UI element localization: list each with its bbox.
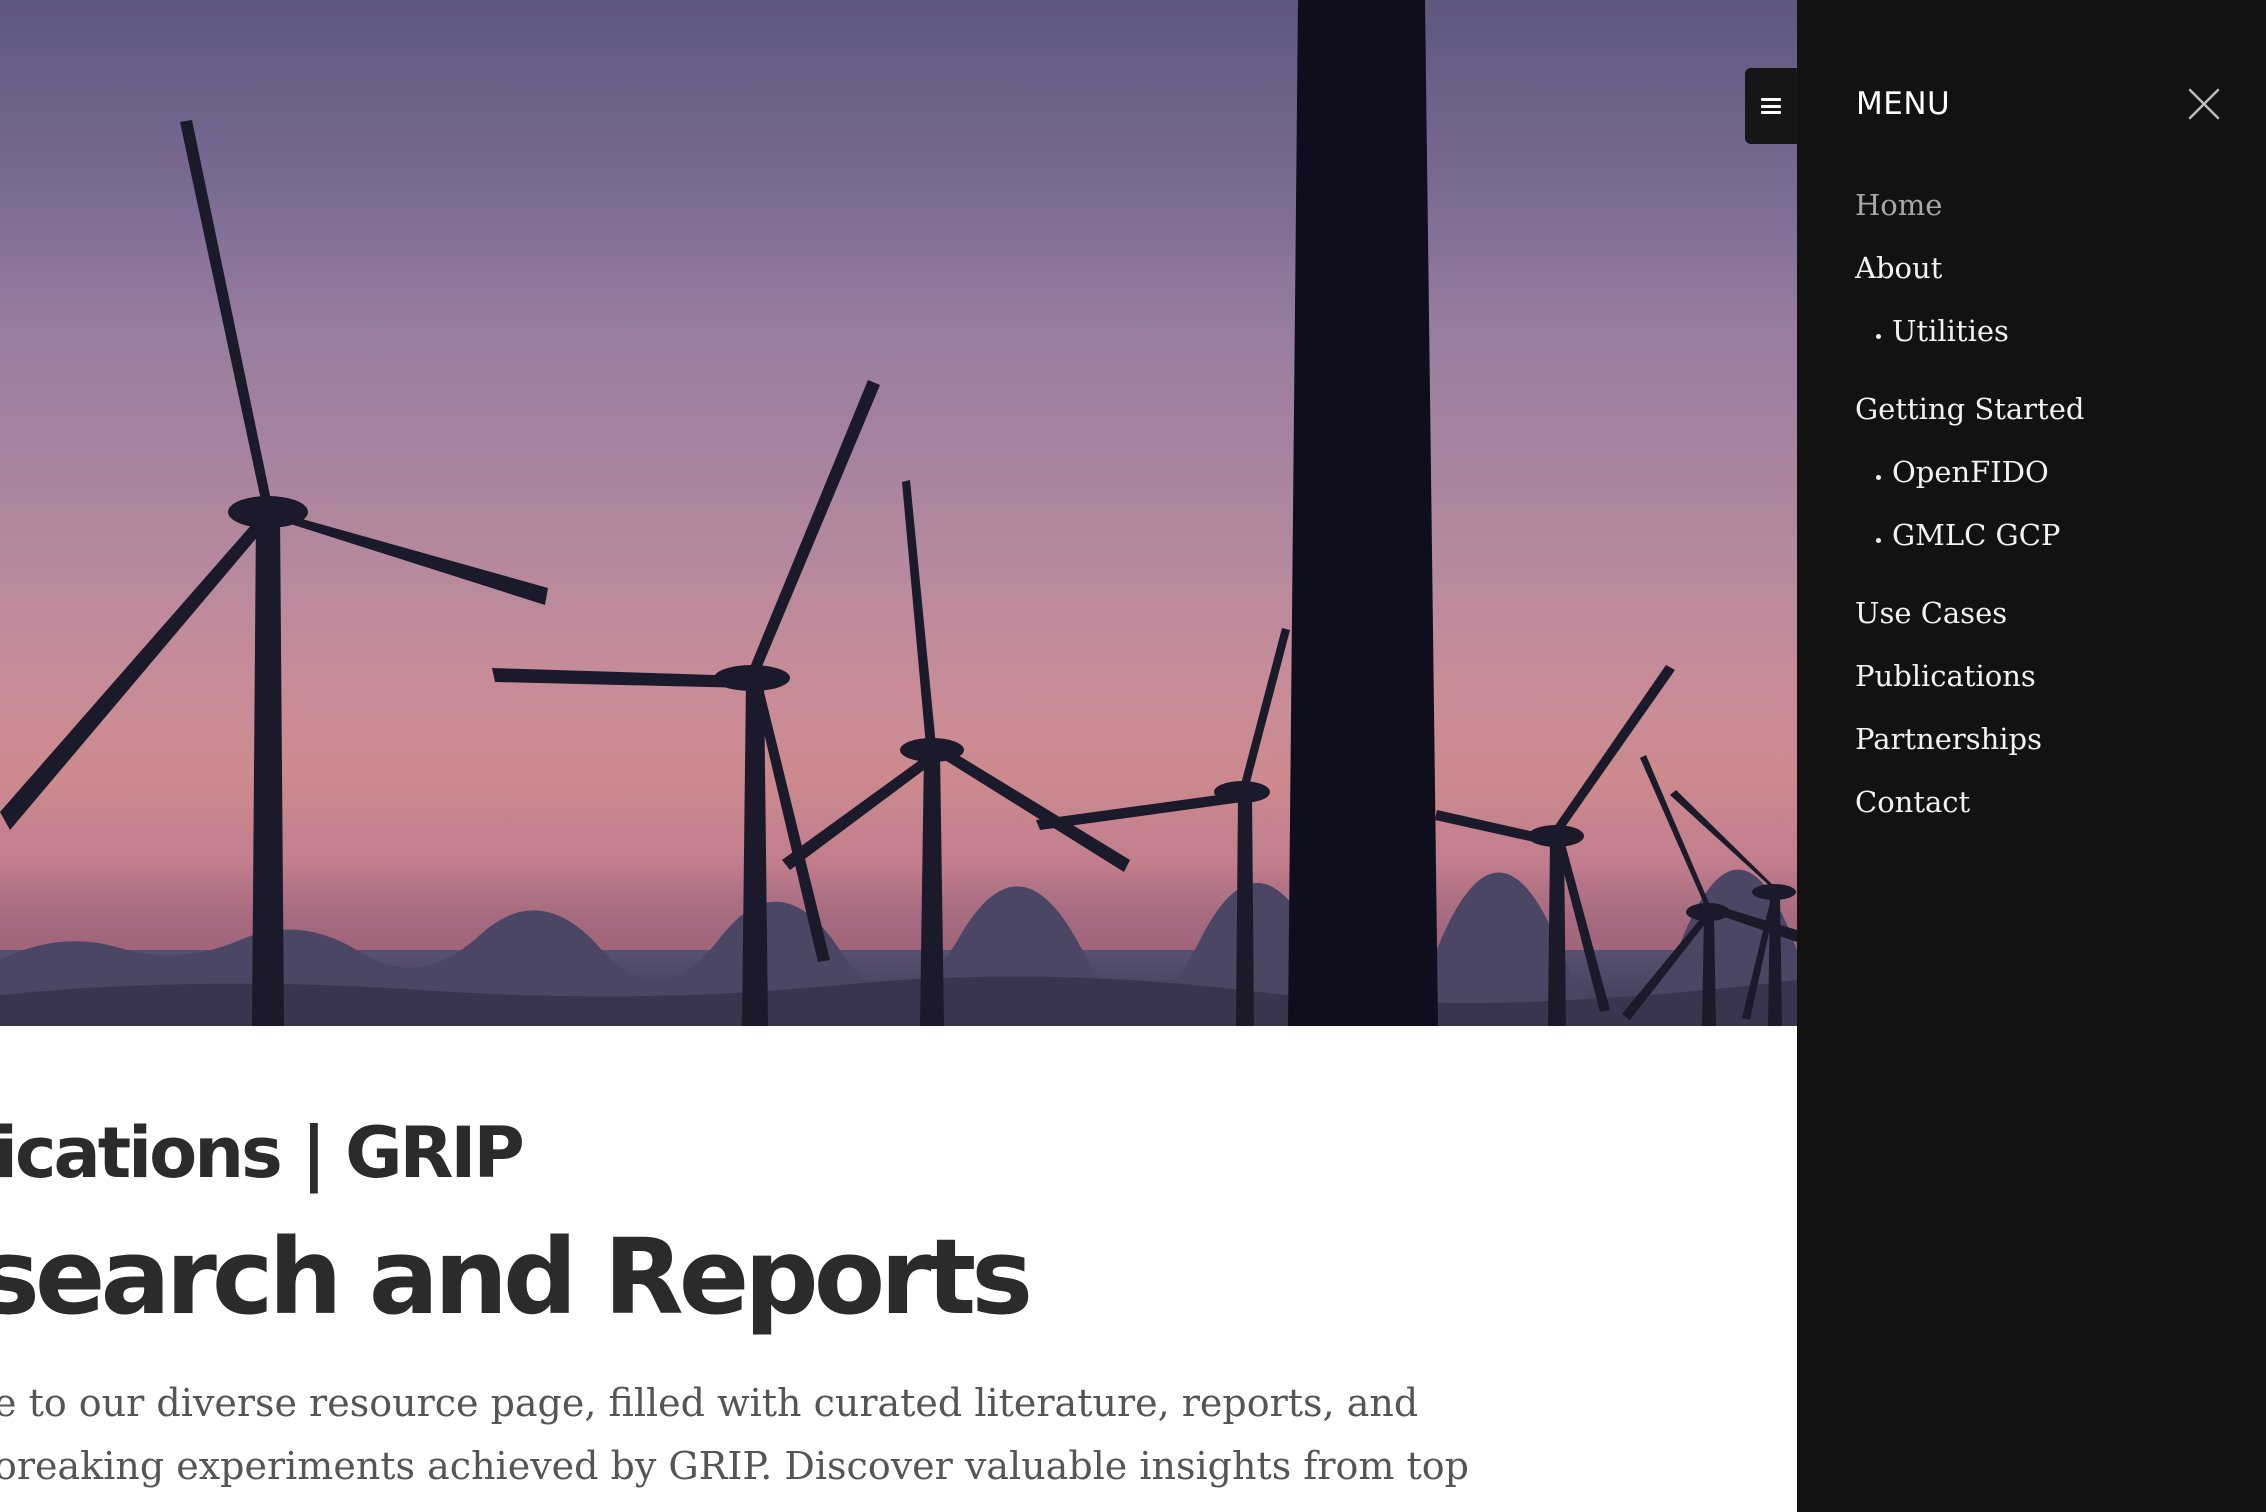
menu-item-publications[interactable]: Publications: [1855, 659, 2036, 693]
bullet-icon: [1876, 538, 1881, 543]
hero-image: [0, 0, 1797, 1026]
wind-turbines-illustration: [0, 0, 1797, 1026]
menu-item-openfido[interactable]: OpenFIDO: [1855, 455, 2049, 489]
intro-line: e to our diverse resource page, filled w…: [0, 1381, 1419, 1425]
menu-item-label: Contact: [1855, 785, 1971, 819]
sidebar-menu: MENU Home About Utilities Getting Starte…: [1797, 0, 2266, 1512]
menu-item-label: About: [1855, 251, 1943, 285]
intro-paragraph: e to our diverse resource page, filled w…: [0, 1372, 1469, 1498]
menu-item-partnerships[interactable]: Partnerships: [1855, 722, 2042, 756]
page-heading: search and Reports: [0, 1216, 1033, 1338]
menu-item-utilities[interactable]: Utilities: [1855, 314, 2009, 348]
bullet-icon: [1876, 475, 1881, 480]
close-menu-button[interactable]: [2188, 88, 2220, 120]
menu-toggle-button[interactable]: [1745, 68, 1797, 144]
menu-item-label: Use Cases: [1855, 596, 2008, 630]
menu-item-use-cases[interactable]: Use Cases: [1855, 596, 2007, 630]
main-content: ications | GRIP search and Reports e to …: [0, 1026, 1797, 1512]
menu-item-home[interactable]: Home: [1855, 188, 1942, 222]
hamburger-icon: [1761, 98, 1781, 114]
menu-item-label: Publications: [1855, 659, 2036, 693]
intro-line: oreaking experiments achieved by GRIP. D…: [0, 1444, 1469, 1488]
menu-item-gmlc-gcp[interactable]: GMLC GCP: [1855, 518, 2060, 552]
menu-item-label: Utilities: [1892, 314, 2009, 348]
menu-item-about[interactable]: About: [1855, 251, 1942, 285]
close-icon: [2188, 88, 2220, 120]
menu-item-label: Home: [1855, 188, 1943, 222]
menu-heading: MENU: [1856, 86, 1951, 122]
menu-item-label: Partnerships: [1855, 722, 2042, 756]
site-title: ications | GRIP: [0, 1112, 525, 1194]
menu-item-label: OpenFIDO: [1892, 455, 2049, 489]
menu-item-contact[interactable]: Contact: [1855, 785, 1970, 819]
bullet-icon: [1876, 334, 1881, 339]
menu-item-label: Getting Started: [1855, 392, 2085, 426]
menu-item-getting-started[interactable]: Getting Started: [1855, 392, 2084, 426]
menu-item-label: GMLC GCP: [1892, 518, 2061, 552]
